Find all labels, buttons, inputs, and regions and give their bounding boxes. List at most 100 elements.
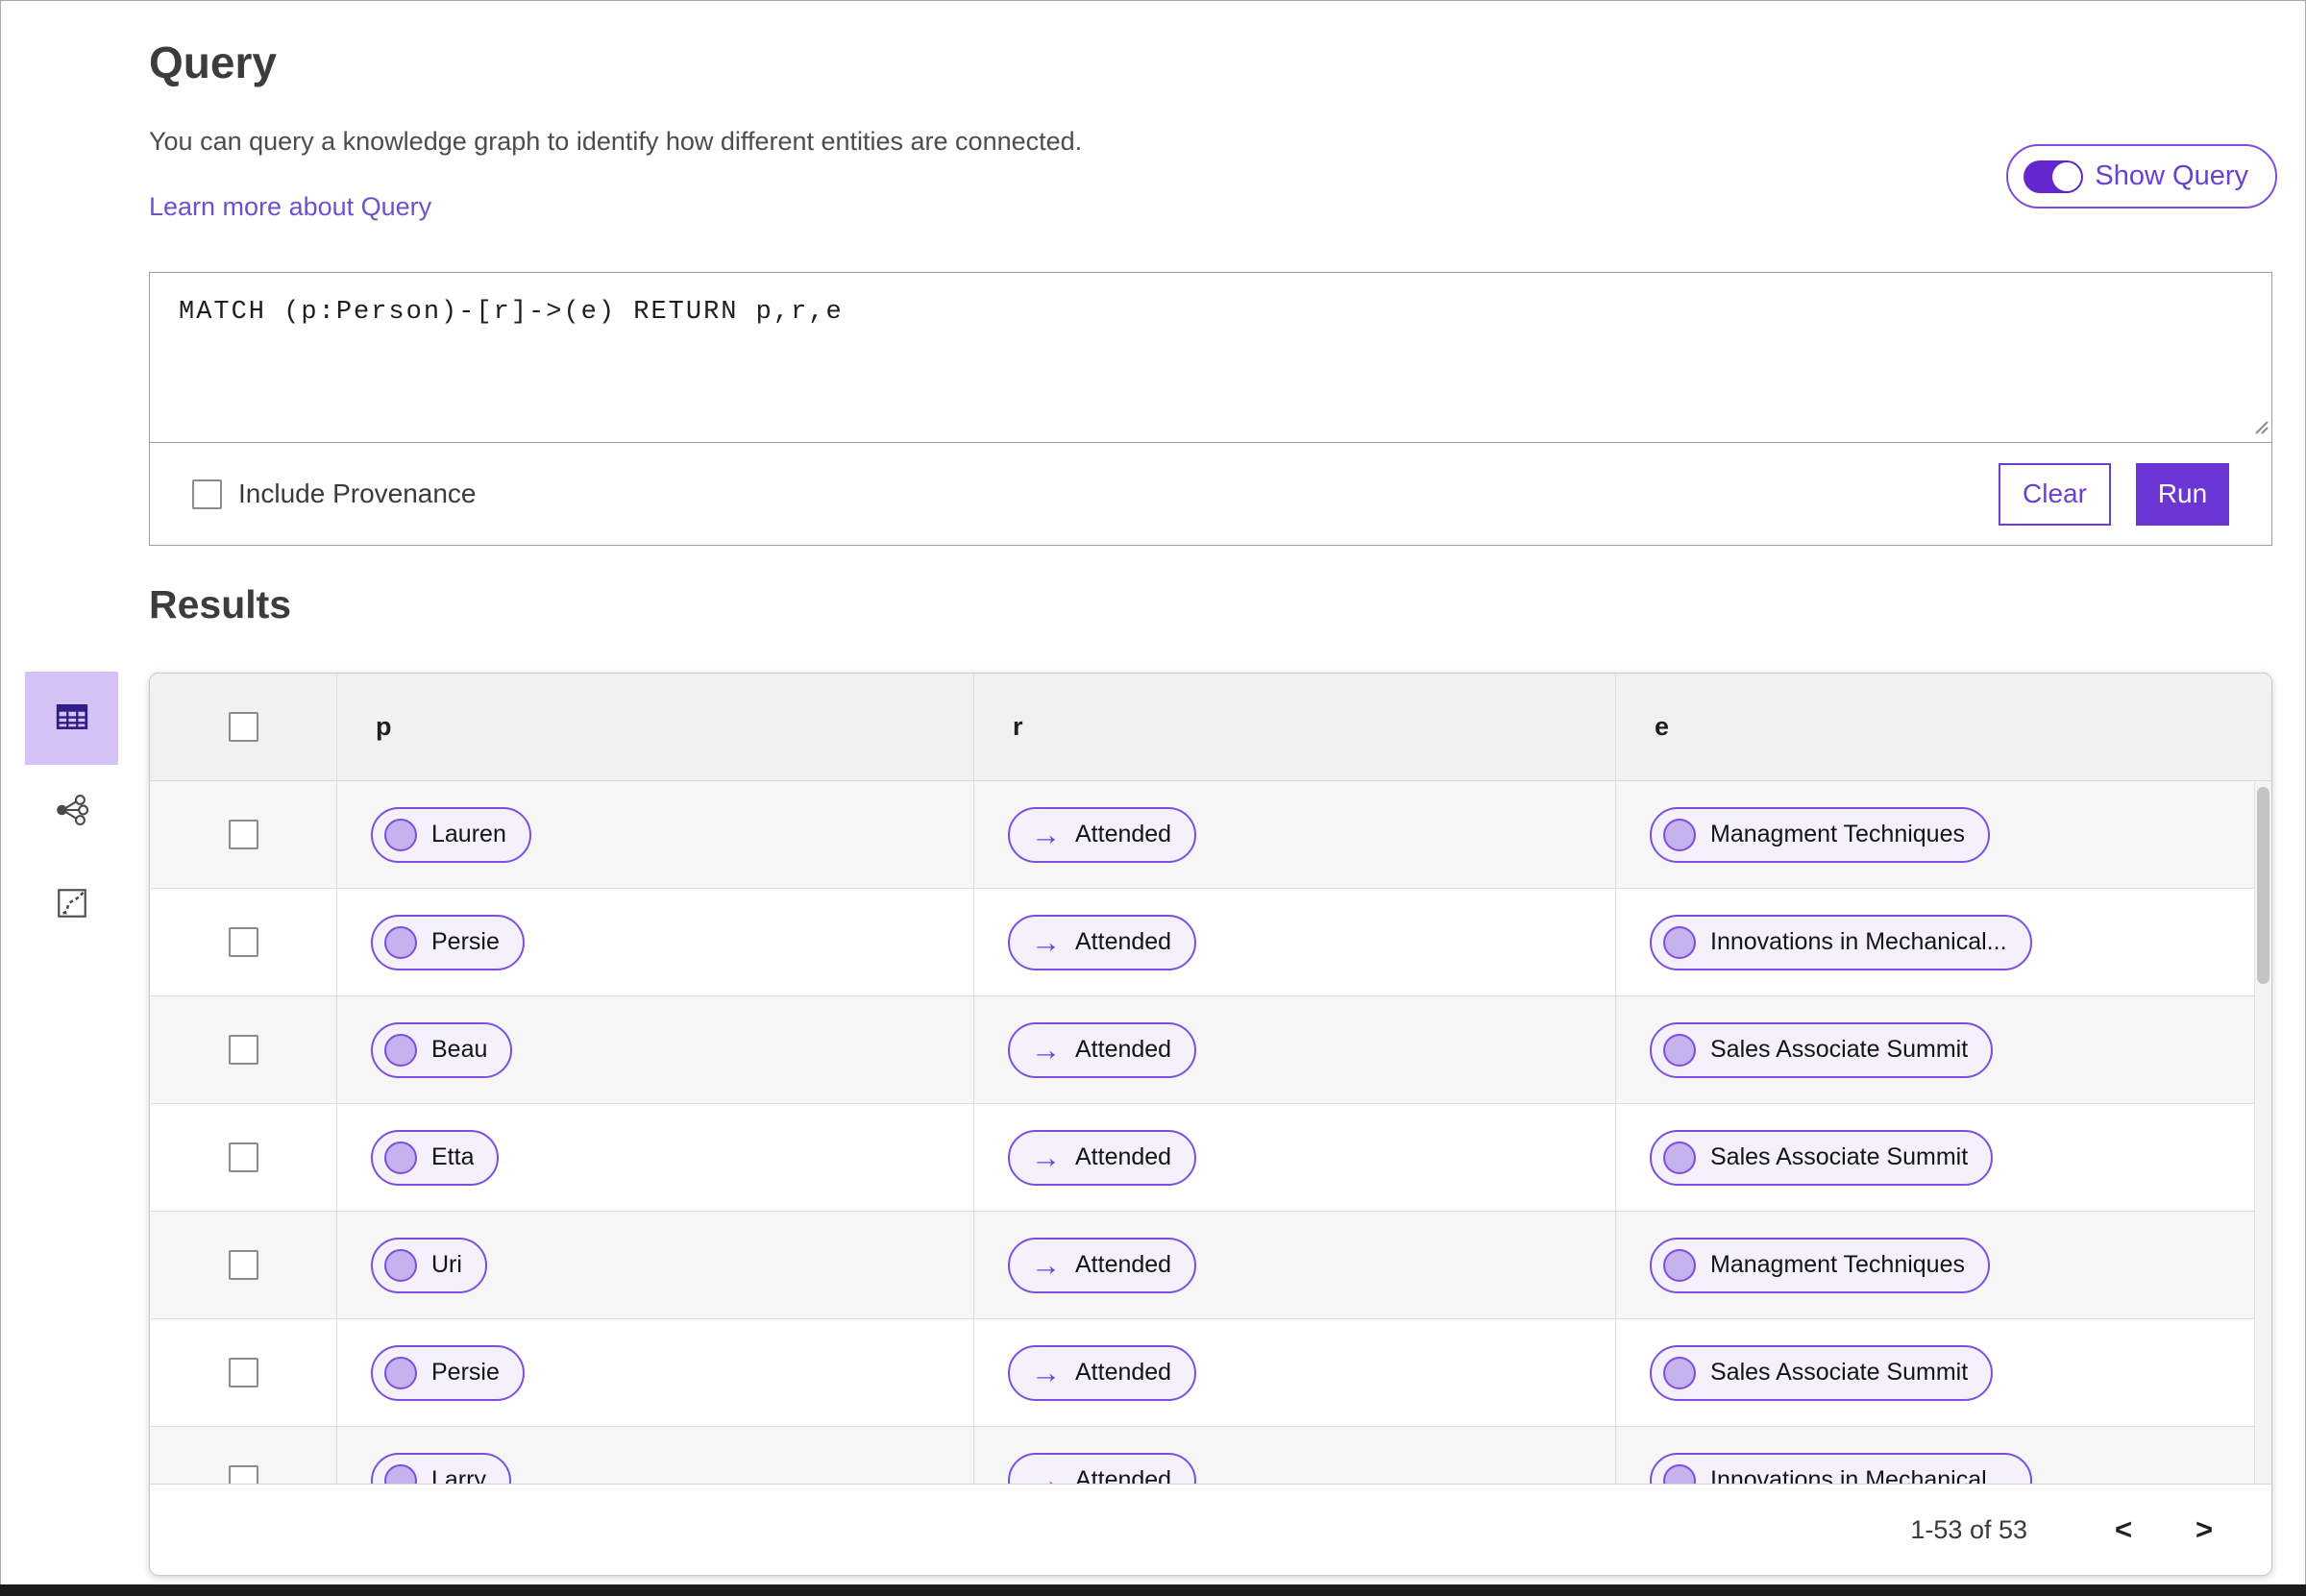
knowledge-graph-query-page: Query You can query a knowledge graph to… <box>0 0 2306 1596</box>
results-title: Results <box>149 582 292 626</box>
row-checkbox[interactable] <box>228 1035 258 1065</box>
pill-label: Innovations in Mechanical... <box>1710 928 2007 955</box>
row-checkbox[interactable] <box>228 1358 258 1387</box>
share-network-icon <box>54 792 90 831</box>
entity-pill[interactable]: Persie <box>371 1344 525 1401</box>
pill-label: Larry <box>431 1466 486 1484</box>
table-row: Persie → Attended Sales Associate Summit <box>150 1319 2271 1427</box>
entity-node-icon <box>1663 1141 1696 1174</box>
entity-pill[interactable]: Uri <box>371 1237 487 1293</box>
row-checkbox[interactable] <box>228 1465 258 1484</box>
arrow-right-icon: → <box>1031 818 1061 851</box>
toggle-knob <box>2052 161 2082 191</box>
window-bottom-edge <box>0 1584 2306 1596</box>
cell-e: Innovations in Mechanical... <box>1616 889 2271 995</box>
clear-button[interactable]: Clear <box>1999 462 2111 526</box>
query-editor-panel: MATCH (p:Person)-[r]->(e) RETURN p,r,e I… <box>149 272 2272 546</box>
pill-label: Lauren <box>431 821 506 847</box>
relation-pill[interactable]: → Attended <box>1008 1021 1197 1078</box>
cell-p: Larry <box>337 1427 974 1484</box>
toggle-switch-icon[interactable] <box>2024 160 2084 193</box>
cell-p: Uri <box>337 1212 974 1318</box>
entity-node-icon <box>384 1248 417 1282</box>
next-page-button[interactable]: > <box>2183 1512 2225 1547</box>
pill-label: Innovations in Mechanical... <box>1710 1466 2007 1484</box>
cell-p: Persie <box>337 889 974 995</box>
query-actions-bar: Include Provenance Clear Run <box>150 443 2271 545</box>
learn-more-link[interactable]: Learn more about Query <box>149 192 431 222</box>
table-row: Larry → Attended Innovations in Mechanical.… <box>150 1427 2271 1484</box>
entity-pill[interactable]: Sales Associate Summit <box>1650 1021 1994 1078</box>
entity-pill[interactable]: Larry <box>371 1452 511 1484</box>
route-map-icon <box>54 885 90 924</box>
pagination-range-label: 1-53 of 53 <box>1910 1514 2027 1544</box>
table-scrollbar[interactable] <box>2254 781 2271 1484</box>
query-input[interactable]: MATCH (p:Person)-[r]->(e) RETURN p,r,e <box>150 273 2271 442</box>
query-editor-wrap: MATCH (p:Person)-[r]->(e) RETURN p,r,e <box>150 273 2271 443</box>
include-provenance-checkbox[interactable] <box>192 479 222 509</box>
map-view-button[interactable] <box>25 858 118 951</box>
row-checkbox[interactable] <box>228 1142 258 1172</box>
entity-pill[interactable]: Innovations in Mechanical... <box>1650 914 2032 970</box>
entity-node-icon <box>1663 1248 1696 1282</box>
pill-label: Persie <box>431 928 500 955</box>
cell-p: Beau <box>337 996 974 1103</box>
entity-pill[interactable]: Managment Techniques <box>1650 806 1990 863</box>
run-button[interactable]: Run <box>2136 462 2229 526</box>
scrollbar-thumb[interactable] <box>2257 787 2269 984</box>
entity-pill[interactable]: Beau <box>371 1021 513 1078</box>
cell-e: Sales Associate Summit <box>1616 1104 2271 1211</box>
pill-label: Managment Techniques <box>1710 1251 1965 1278</box>
entity-pill[interactable]: Persie <box>371 914 525 970</box>
row-select-cell <box>150 781 337 888</box>
table-view-button[interactable] <box>25 672 118 765</box>
pill-label: Attended <box>1075 1251 1172 1278</box>
table-grid-icon <box>54 699 90 738</box>
table-row: Lauren → Attended Managment Techniques <box>150 781 2271 889</box>
entity-pill[interactable]: Innovations in Mechanical... <box>1650 1452 2032 1484</box>
arrow-right-icon: → <box>1031 1033 1061 1067</box>
pill-label: Uri <box>431 1251 462 1278</box>
relation-pill[interactable]: → Attended <box>1008 806 1197 863</box>
cell-r: → Attended <box>974 781 1616 888</box>
row-checkbox[interactable] <box>228 927 258 957</box>
header-cell-r: r <box>974 674 1616 780</box>
row-select-cell <box>150 1104 337 1211</box>
entity-pill[interactable]: Etta <box>371 1129 500 1186</box>
select-all-checkbox[interactable] <box>228 712 258 742</box>
cell-e: Managment Techniques <box>1616 1212 2271 1318</box>
resize-handle-icon[interactable] <box>2249 415 2269 439</box>
relation-pill[interactable]: → Attended <box>1008 1129 1197 1186</box>
previous-page-button[interactable]: < <box>2102 1512 2145 1547</box>
graph-view-button[interactable] <box>25 765 118 858</box>
relation-pill[interactable]: → Attended <box>1008 1344 1197 1401</box>
pill-label: Managment Techniques <box>1710 821 1965 847</box>
relation-pill[interactable]: → Attended <box>1008 914 1197 970</box>
entity-node-icon <box>384 925 417 959</box>
pill-label: Attended <box>1075 821 1172 847</box>
cell-p: Lauren <box>337 781 974 888</box>
pill-label: Persie <box>431 1359 500 1386</box>
header-cell-select <box>150 674 337 780</box>
arrow-right-icon: → <box>1031 1248 1061 1282</box>
row-checkbox[interactable] <box>228 1250 258 1280</box>
table-row: Uri → Attended Managment Techniques <box>150 1212 2271 1319</box>
entity-pill[interactable]: Lauren <box>371 806 531 863</box>
row-checkbox[interactable] <box>228 820 258 849</box>
relation-pill[interactable]: → Attended <box>1008 1237 1197 1293</box>
arrow-right-icon: → <box>1031 1356 1061 1389</box>
cell-e: Innovations in Mechanical... <box>1616 1427 2271 1484</box>
show-query-label: Show Query <box>2095 160 2248 191</box>
entity-node-icon <box>1663 818 1696 851</box>
table-row: Etta → Attended Sales Associate Summit <box>150 1104 2271 1212</box>
arrow-right-icon: → <box>1031 1141 1061 1174</box>
pill-label: Sales Associate Summit <box>1710 1143 1969 1170</box>
entity-pill[interactable]: Managment Techniques <box>1650 1237 1990 1293</box>
relation-pill[interactable]: → Attended <box>1008 1452 1197 1484</box>
show-query-toggle[interactable]: Show Query <box>2006 144 2277 209</box>
pill-label: Attended <box>1075 1359 1172 1386</box>
entity-pill[interactable]: Sales Associate Summit <box>1650 1129 1994 1186</box>
entity-pill[interactable]: Sales Associate Summit <box>1650 1344 1994 1401</box>
entity-node-icon <box>384 1141 417 1174</box>
cell-r: → Attended <box>974 889 1616 995</box>
